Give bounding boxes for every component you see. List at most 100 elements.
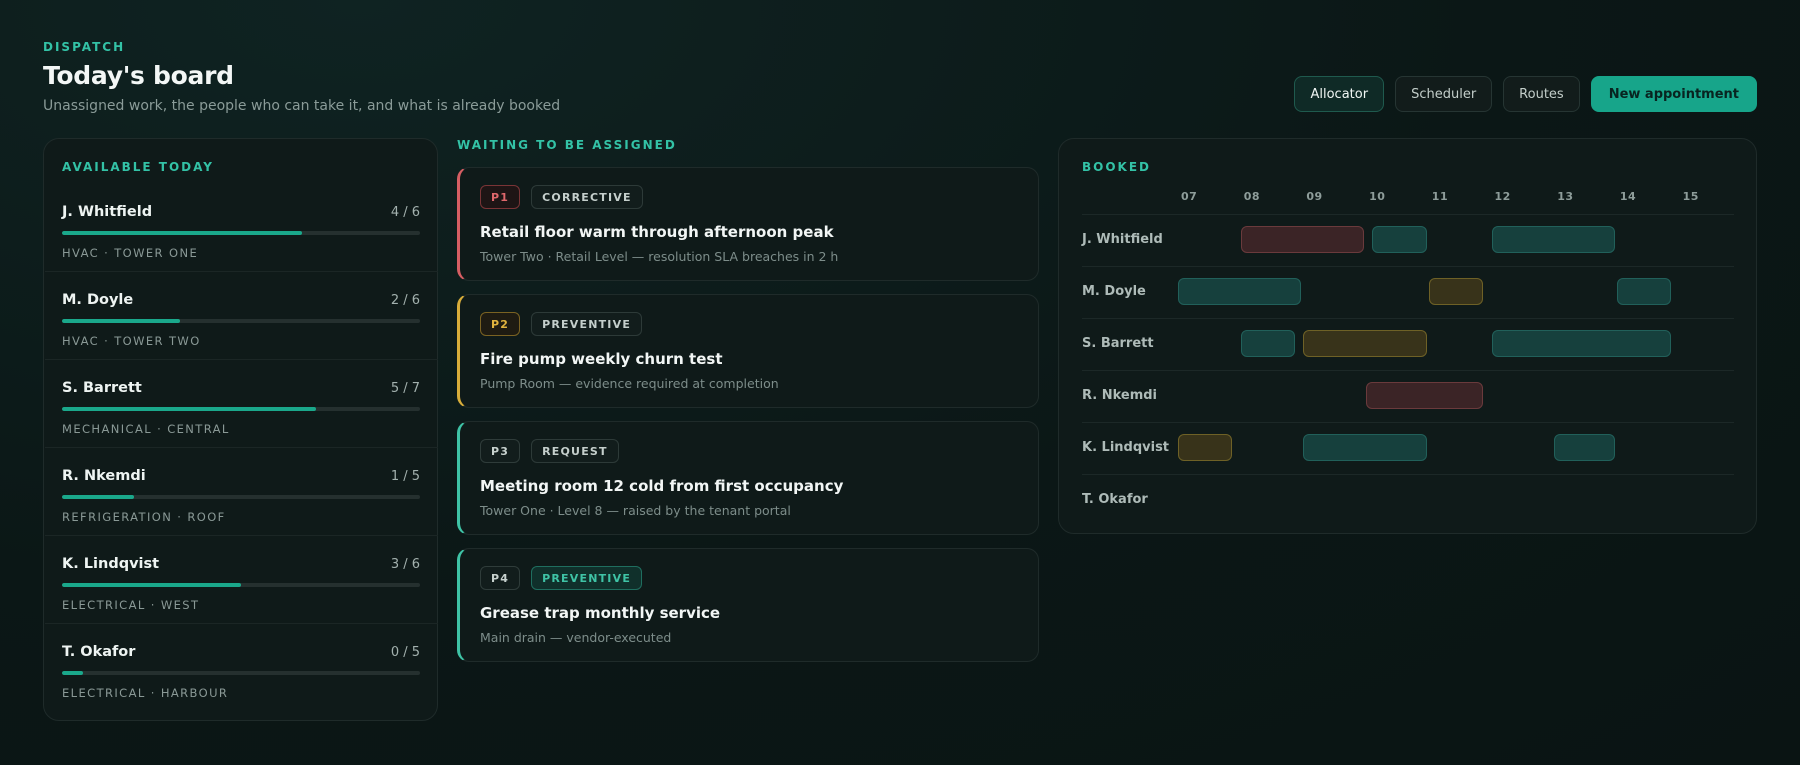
work-order-meta: Main drain — vendor-executed (480, 630, 672, 645)
appointment-block[interactable] (1554, 434, 1615, 461)
appointment-block[interactable] (1178, 278, 1302, 305)
capacity-fill (62, 583, 241, 587)
capacity-fill (62, 671, 84, 675)
work-order-card[interactable]: P2 PREVENTIVE Fire pump weekly churn test P… (457, 294, 1039, 408)
technician-skill: REFRIGERATION · ROOF (62, 510, 226, 524)
card-tags: P4 PREVENTIVE (480, 566, 643, 590)
technician-load: 1 / 5 (390, 469, 420, 484)
appointment-block[interactable] (1240, 330, 1296, 357)
card-tags: P3 REQUEST (480, 439, 619, 463)
routes-tab[interactable]: Routes (1503, 76, 1580, 112)
divider (45, 623, 438, 624)
hour-label: 09 (1306, 190, 1323, 203)
technician-row[interactable]: T. Okafor 0 / 5 ELECTRICAL · HARBOUR (62, 644, 420, 732)
hour-label: 15 (1682, 190, 1699, 203)
divider (45, 359, 438, 360)
schedule-technician-name: R. Nkemdi (1082, 388, 1158, 403)
priority-badge: P3 (480, 439, 521, 463)
technician-name: S. Barrett (62, 380, 142, 396)
view-switcher: Allocator Scheduler Routes New appointme… (1294, 76, 1757, 112)
work-order-meta: Tower One · Level 8 — raised by the tena… (480, 503, 791, 518)
schedule-technician-name: S. Barrett (1082, 336, 1154, 351)
hour-label: 12 (1494, 190, 1511, 203)
capacity-bar (62, 231, 420, 235)
appointment-block[interactable] (1303, 330, 1427, 357)
booked-panel: BOOKED 07 08 09 10 11 12 13 14 15 J. Whitfield M. … (1058, 138, 1757, 534)
capacity-bar (62, 495, 420, 499)
technician-row[interactable]: J. Whitfield 4 / 6 HVAC · TOWER ONE (62, 204, 420, 292)
technician-row[interactable]: M. Doyle 2 / 6 HVAC · TOWER TWO (62, 292, 420, 380)
technician-load: 3 / 6 (390, 557, 420, 572)
appointment-block[interactable] (1178, 434, 1233, 461)
capacity-bar (62, 671, 420, 675)
appointment-block[interactable] (1372, 226, 1427, 253)
appointment-block[interactable] (1491, 330, 1672, 357)
allocator-tab[interactable]: Allocator (1294, 76, 1385, 112)
priority-badge: P2 (480, 312, 521, 336)
appointment-block[interactable] (1616, 278, 1672, 305)
divider (45, 271, 438, 272)
work-order-card[interactable]: P1 CORRECTIVE Retail floor warm through af… (457, 167, 1039, 281)
divider (45, 535, 438, 536)
technician-name: R. Nkemdi (62, 468, 146, 484)
technician-skill: ELECTRICAL · HARBOUR (62, 686, 229, 700)
appointment-block[interactable] (1303, 434, 1427, 461)
priority-badge: P1 (480, 185, 521, 209)
appointment-block[interactable] (1491, 226, 1615, 253)
card-tags: P2 PREVENTIVE (480, 312, 643, 336)
schedule-row: K. Lindqvist (1082, 422, 1734, 474)
schedule-technician-name: J. Whitfield (1082, 232, 1163, 247)
section-eyebrow: DISPATCH (43, 40, 126, 54)
capacity-fill (62, 407, 317, 411)
row-divider (1082, 474, 1734, 475)
type-badge: PREVENTIVE (531, 312, 643, 336)
capacity-bar (62, 583, 420, 587)
schedule-row: S. Barrett (1082, 318, 1734, 370)
schedule-row: M. Doyle (1082, 266, 1734, 318)
schedule-technician-name: T. Okafor (1082, 492, 1148, 507)
technician-skill: ELECTRICAL · WEST (62, 598, 200, 612)
appointment-block[interactable] (1240, 226, 1365, 253)
type-badge: REQUEST (531, 439, 619, 463)
technician-load: 4 / 6 (390, 205, 420, 220)
scheduler-tab[interactable]: Scheduler (1395, 76, 1493, 112)
new-appointment-button[interactable]: New appointment (1590, 76, 1757, 112)
schedule-row: T. Okafor (1082, 474, 1734, 526)
hour-label: 14 (1619, 190, 1637, 203)
technician-name: K. Lindqvist (62, 556, 160, 572)
hour-label: 13 (1557, 190, 1574, 203)
row-divider (1082, 422, 1734, 423)
technician-skill: HVAC · TOWER TWO (62, 334, 201, 348)
capacity-fill (62, 319, 181, 323)
technician-name: J. Whitfield (62, 204, 153, 220)
page-header: DISPATCH Today's board Unassigned work, … (43, 40, 560, 114)
capacity-bar (62, 319, 420, 323)
technician-skill: HVAC · TOWER ONE (62, 246, 199, 260)
work-order-card[interactable]: P3 REQUEST Meeting room 12 cold from first… (457, 421, 1039, 535)
technician-name: M. Doyle (62, 292, 134, 308)
technician-row[interactable]: K. Lindqvist 3 / 6 ELECTRICAL · WEST (62, 556, 420, 644)
priority-badge: P4 (480, 566, 521, 590)
technician-row[interactable]: S. Barrett 5 / 7 MECHANICAL · CENTRAL (62, 380, 420, 468)
work-order-title: Meeting room 12 cold from first occupanc… (480, 477, 844, 495)
row-divider (1082, 214, 1734, 215)
hour-label: 08 (1243, 190, 1260, 203)
technician-load: 0 / 5 (390, 645, 420, 660)
technician-row[interactable]: R. Nkemdi 1 / 5 REFRIGERATION · ROOF (62, 468, 420, 556)
waiting-title: WAITING TO BE ASSIGNED (457, 138, 677, 152)
type-badge: CORRECTIVE (531, 185, 643, 209)
schedule-row: J. Whitfield (1082, 214, 1734, 266)
divider (45, 447, 438, 448)
page-subtitle: Unassigned work, the people who can take… (43, 98, 561, 114)
card-tags: P1 CORRECTIVE (480, 185, 643, 209)
capacity-fill (62, 231, 302, 235)
row-divider (1082, 318, 1734, 319)
page-title: Today's board (43, 61, 234, 90)
work-order-meta: Pump Room — evidence required at complet… (480, 376, 779, 391)
appointment-block[interactable] (1366, 382, 1484, 409)
booked-title: BOOKED (1082, 160, 1152, 174)
work-order-card[interactable]: P4 PREVENTIVE Grease trap monthly service M… (457, 548, 1039, 662)
appointment-block[interactable] (1428, 278, 1484, 305)
work-order-title: Retail floor warm through afternoon peak (480, 223, 834, 241)
schedule-technician-name: K. Lindqvist (1082, 440, 1170, 455)
